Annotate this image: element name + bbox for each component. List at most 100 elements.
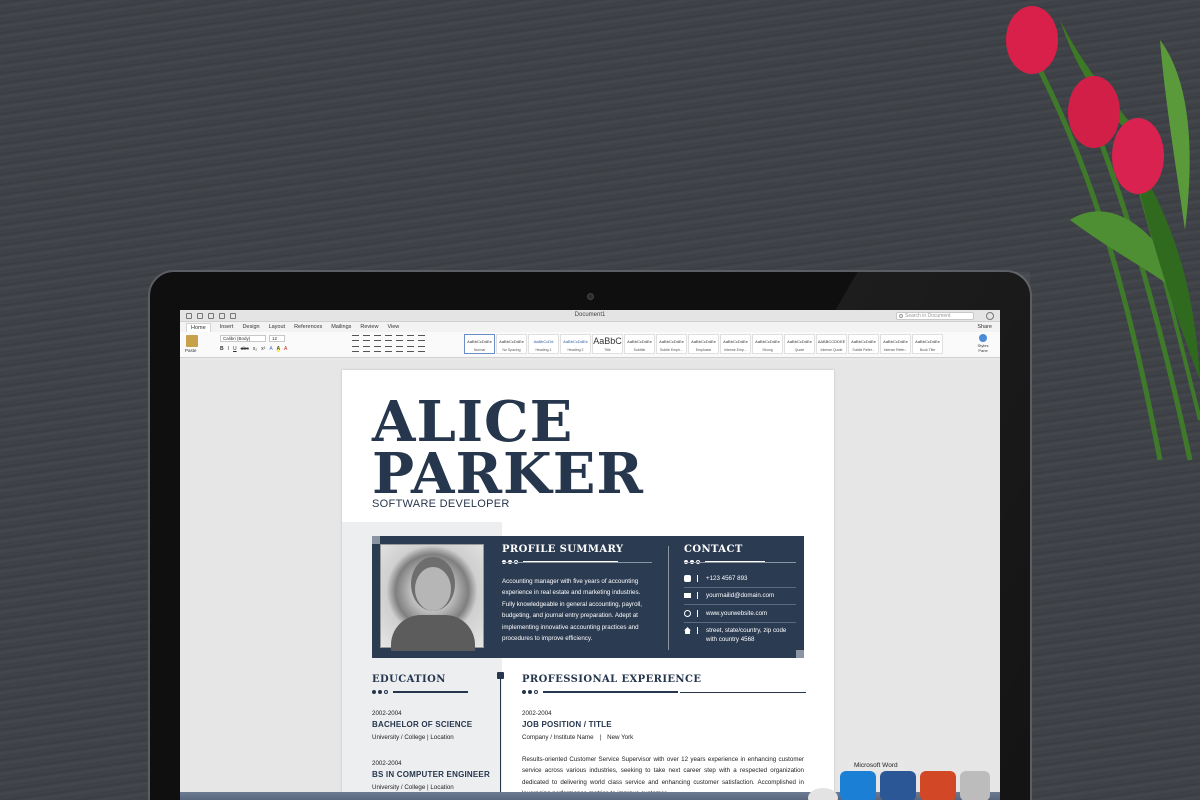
paste-label[interactable]: Paste xyxy=(185,348,197,353)
style-item[interactable]: AaBbCcDdEe Normal xyxy=(464,334,495,354)
style-sample: AaBbCcDdEe xyxy=(915,339,940,344)
style-name: Subtle Emph... xyxy=(660,348,683,352)
tab-home[interactable]: Home xyxy=(186,322,211,332)
subscript-button[interactable]: x₂ xyxy=(253,346,257,352)
style-item[interactable]: AaBbCcDdEe Subtitle xyxy=(624,334,655,354)
align-left-icon[interactable] xyxy=(352,346,359,352)
document-page[interactable]: ALICE PARKER SOFTWARE DEVELOPER PROFILE … xyxy=(342,370,834,800)
globe-icon xyxy=(684,610,691,617)
font-color-button[interactable]: A xyxy=(284,346,287,352)
photos-icon[interactable] xyxy=(960,771,990,800)
tab-review[interactable]: Review xyxy=(360,324,378,330)
increase-indent-icon[interactable] xyxy=(396,335,403,341)
tab-insert[interactable]: Insert xyxy=(220,324,234,330)
powerpoint-icon[interactable] xyxy=(920,771,956,800)
tab-layout[interactable]: Layout xyxy=(269,324,286,330)
style-sample: AaBbCcDdEe xyxy=(755,339,780,344)
style-item[interactable]: AaBbCcDdEe No Spacing xyxy=(496,334,527,354)
feedback-icon[interactable] xyxy=(986,312,994,320)
font-size-select[interactable]: 12 xyxy=(269,335,285,342)
profile-summary-text: Accounting manager with five years of ac… xyxy=(502,578,642,643)
style-name: Normal xyxy=(473,348,486,352)
document-area[interactable]: ALICE PARKER SOFTWARE DEVELOPER PROFILE … xyxy=(180,360,1000,800)
experience-position: JOB POSITION / TITLE xyxy=(522,720,612,729)
education-degree: BACHELOR OF SCIENCE xyxy=(372,720,473,729)
tab-view[interactable]: View xyxy=(387,324,399,330)
style-sample: AaBbCcDdEe xyxy=(499,339,524,344)
tab-mailings[interactable]: Mailings xyxy=(331,324,351,330)
experience-years: 2002-2004 xyxy=(522,710,552,717)
ribbon: Paste Calibri (Body) 12 B I U abc x₂ x² … xyxy=(180,332,1000,358)
search-input[interactable]: Search in Document xyxy=(896,312,974,320)
style-name: Subtitle xyxy=(633,348,646,352)
align-right-icon[interactable] xyxy=(374,346,381,352)
tab-references[interactable]: References xyxy=(294,324,322,330)
bullets-icon[interactable] xyxy=(352,335,359,341)
home-icon xyxy=(684,627,691,634)
style-sample: AaBbCcDdEe xyxy=(883,339,908,344)
styles-gallery: AaBbCcDdEe Normal AaBbCcDdEe No Spacing AaBb… xyxy=(464,334,943,354)
italic-button[interactable]: I xyxy=(228,346,229,352)
style-item[interactable]: AaBbCcDdEe Subtle Refer... xyxy=(848,334,879,354)
style-item[interactable]: AaBbCcDdEe Heading 2 xyxy=(560,334,591,354)
style-item[interactable]: AABBCCDDEE Intense Quote xyxy=(816,334,847,354)
search-icon xyxy=(899,314,903,318)
education-place: University / College | Location xyxy=(372,734,454,741)
tab-design[interactable]: Design xyxy=(242,324,259,330)
strikethrough-button[interactable]: abc xyxy=(241,346,249,352)
style-name: Title xyxy=(604,348,611,352)
resume-role: SOFTWARE DEVELOPER xyxy=(372,498,510,510)
share-button[interactable]: Share xyxy=(977,324,992,330)
style-sample: AaBbCcDdEe xyxy=(787,339,812,344)
bold-button[interactable]: B xyxy=(220,346,224,352)
style-item[interactable]: AaBbCcDdEe Quote xyxy=(784,334,815,354)
highlight-button[interactable]: A xyxy=(276,346,281,352)
style-item[interactable]: AaBbCcDdEe Intense Emp... xyxy=(720,334,751,354)
borders-icon[interactable] xyxy=(418,346,425,352)
styles-pane-button[interactable]: Styles Pane xyxy=(974,334,992,353)
title-bar: Document1 Search in Document xyxy=(180,310,1000,322)
style-name: Emphasis xyxy=(695,348,712,352)
style-item[interactable]: AaBbCcDdEe Intense Refer... xyxy=(880,334,911,354)
style-item[interactable]: AaBbCcDdEe Strong xyxy=(752,334,783,354)
text-effects-button[interactable]: A xyxy=(269,346,272,352)
style-item[interactable]: AaBbCcDdEe Subtle Emph... xyxy=(656,334,687,354)
superscript-button[interactable]: x² xyxy=(261,346,265,352)
style-item[interactable]: AaBbC Title xyxy=(592,334,623,354)
decrease-indent-icon[interactable] xyxy=(385,335,392,341)
style-sample: AaBbCcDdEe xyxy=(723,339,748,344)
style-name: Intense Emp... xyxy=(724,348,747,352)
word-icon[interactable] xyxy=(880,771,916,800)
multilevel-icon[interactable] xyxy=(374,335,381,341)
style-item[interactable]: AaBbCcDdEe Emphasis xyxy=(688,334,719,354)
numbering-icon[interactable] xyxy=(363,335,370,341)
education-title: EDUCATION xyxy=(372,674,446,685)
laptop: Document1 Search in Document Home Insert… xyxy=(148,270,1032,800)
profile-photo xyxy=(380,544,484,651)
style-item[interactable]: AaBbCcDd Heading 1 xyxy=(528,334,559,354)
experience-company-line: Company / Institute Name | New York xyxy=(522,734,634,741)
style-name: Quote xyxy=(794,348,805,352)
font-name-select[interactable]: Calibri (Body) xyxy=(220,335,266,342)
teamviewer-icon[interactable] xyxy=(840,771,876,800)
style-item[interactable]: AaBbCcDdEe Book Title xyxy=(912,334,943,354)
contact-title: CONTACT xyxy=(684,544,743,555)
line-spacing-icon[interactable] xyxy=(396,346,403,352)
pilcrow-icon[interactable] xyxy=(418,335,425,341)
style-name: Book Title xyxy=(919,348,936,352)
underline-button[interactable]: U xyxy=(233,346,237,352)
style-sample: AaBbCcDdEe xyxy=(851,339,876,344)
paragraph-buttons xyxy=(352,335,425,341)
style-name: No Spacing xyxy=(502,348,521,352)
sort-icon[interactable] xyxy=(407,335,414,341)
paste-icon[interactable] xyxy=(186,335,198,347)
shading-icon[interactable] xyxy=(407,346,414,352)
experience-divider xyxy=(522,690,806,694)
format-buttons: B I U abc x₂ x² A A A xyxy=(220,346,287,352)
style-sample: AaBbCcDdEe xyxy=(659,339,684,344)
education-place: University / College | Location xyxy=(372,784,454,791)
align-center-icon[interactable] xyxy=(363,346,370,352)
style-sample: AaBbC xyxy=(593,336,622,346)
ribbon-tabs: Home Insert Design Layout References Mai… xyxy=(180,322,1000,332)
justify-icon[interactable] xyxy=(385,346,392,352)
